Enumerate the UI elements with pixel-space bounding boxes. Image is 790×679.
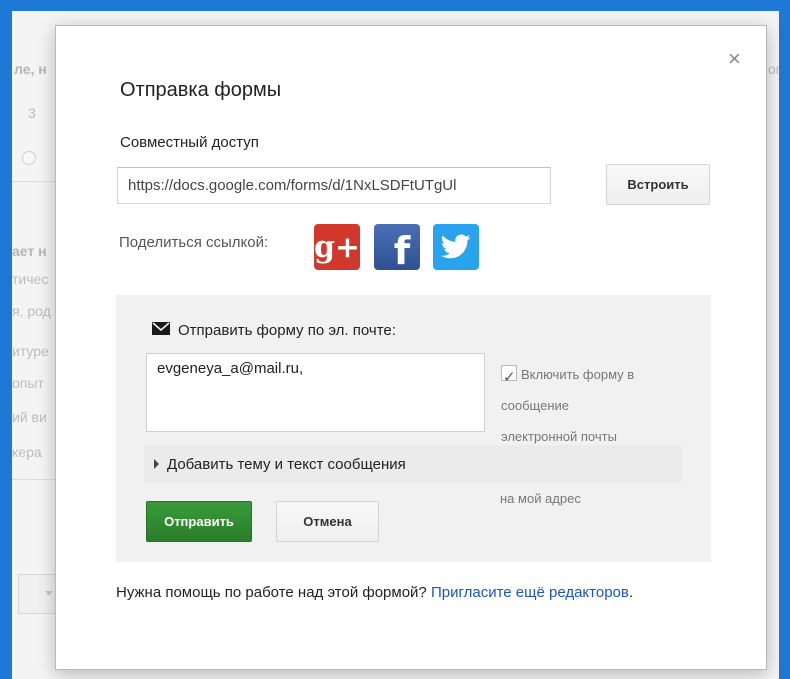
help-question: Нужна помощь по работе над этой формой? [116,584,427,601]
include-form-checkbox[interactable]: ✓ Включить форму в сообщение электронной … [501,359,634,452]
bg-text: 3 [28,105,36,121]
chevron-down-icon [45,591,53,596]
help-suffix: . [628,584,634,601]
include-line-3: электронной почты [501,429,617,444]
email-section-label: Отправить форму по эл. почте: [152,322,396,339]
embed-button[interactable]: Встроить [606,164,710,205]
recipients-field[interactable]: evgeneya_a@mail.ru, [146,353,485,432]
email-section-text: Отправить форму по эл. почте: [178,322,396,339]
close-icon[interactable]: × [728,48,741,70]
window-frame-left [0,0,12,679]
google-plus-icon[interactable]: g+ [314,224,360,270]
email-panel: Отправить форму по эл. почте: evgeneya_a… [116,295,711,562]
bg-text: я, род [12,303,51,319]
bg-text: кера [12,444,42,460]
envelope-icon [152,322,170,339]
window-frame-top [0,0,790,11]
share-link-label: Поделиться ссылкой: [119,234,269,251]
include-line-2: сообщение [501,398,570,413]
checkmark-icon: ✓ [503,369,516,386]
facebook-icon[interactable]: f [374,224,420,270]
bg-text: ле, н [14,61,47,77]
checkbox[interactable]: ✓ [501,365,517,386]
bg-text: итуре [12,343,49,359]
bg-text: тичес [12,271,49,287]
bg-text: ает н [12,243,47,259]
add-subject-label: Добавить тему и текст сообщения [167,455,406,473]
cancel-button[interactable]: Отмена [276,501,379,542]
form-url-field[interactable] [117,167,551,204]
share-section-label: Совместный доступ [120,134,259,151]
expand-triangle-icon [154,459,159,469]
bg-text: опыт [12,375,44,391]
dialog-title: Отправка формы [120,79,282,101]
twitter-icon[interactable] [433,224,479,270]
facebook-glyph: f [393,229,411,273]
invite-editors-link[interactable]: Пригласите ещё редакторов [431,584,629,601]
twitter-bird-icon [441,234,471,259]
help-text: Нужна помощь по работе над этой формой? … [116,582,676,603]
window-frame-right [779,0,790,679]
bg-text: ого [768,61,779,77]
my-address-label[interactable]: на мой адрес [500,491,581,506]
send-form-dialog: × Отправка формы Совместный доступ Встро… [55,25,767,670]
send-button[interactable]: Отправить [146,501,252,542]
google-plus-glyph: g+ [313,229,361,265]
bg-text: ий ви [12,409,47,425]
add-subject-toggle[interactable]: Добавить тему и текст сообщения [144,445,682,483]
bg-radio [22,151,36,165]
include-line-1: Включить форму в [521,367,635,382]
bg-dropdown [18,574,60,614]
